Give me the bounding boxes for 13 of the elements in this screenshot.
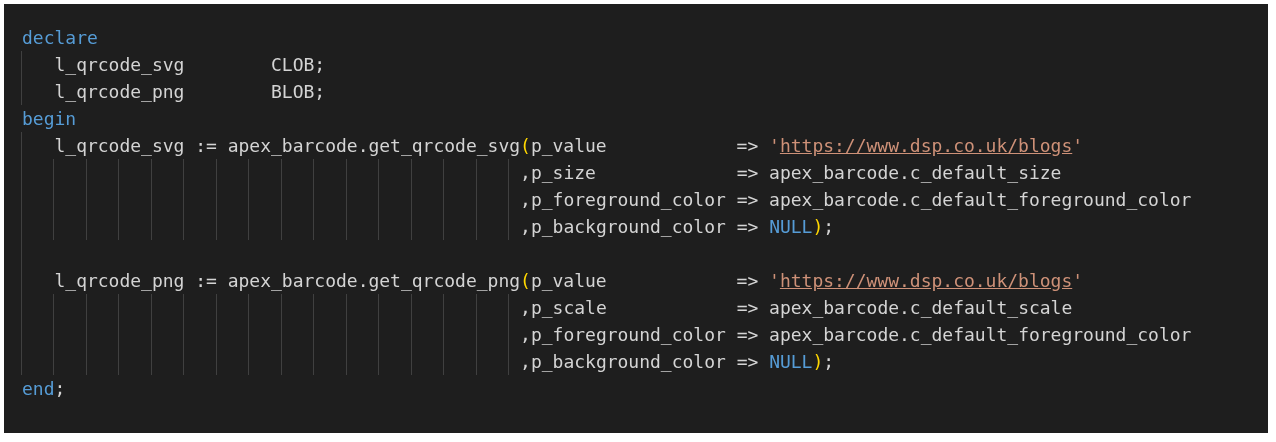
code-line: begin <box>22 107 77 131</box>
code-line: ,p_foreground_color => apex_barcode.c_default_foreground_color <box>520 323 1192 347</box>
code-line: ,p_scale => apex_barcode.c_default_scale <box>520 296 1073 320</box>
code-line: l_qrcode_svg := apex_barcode.get_qrcode_svg(p_value => 'https://www.dsp.co.uk/blogs' <box>54 134 1084 158</box>
code-line: end; <box>22 377 66 401</box>
code-line: ,p_background_color => NULL); <box>520 350 835 374</box>
code-line: ,p_foreground_color => apex_barcode.c_default_foreground_color <box>520 188 1192 212</box>
code-line: ,p_background_color => NULL); <box>520 215 835 239</box>
code-line: declare <box>22 26 98 50</box>
code-line: l_qrcode_png BLOB; <box>54 80 326 104</box>
code-line: l_qrcode_png := apex_barcode.get_qrcode_png(p_value => 'https://www.dsp.co.uk/blogs' <box>54 269 1084 293</box>
code-line: l_qrcode_svg CLOB; <box>54 53 326 77</box>
code-line: ,p_size => apex_barcode.c_default_size <box>520 161 1062 185</box>
